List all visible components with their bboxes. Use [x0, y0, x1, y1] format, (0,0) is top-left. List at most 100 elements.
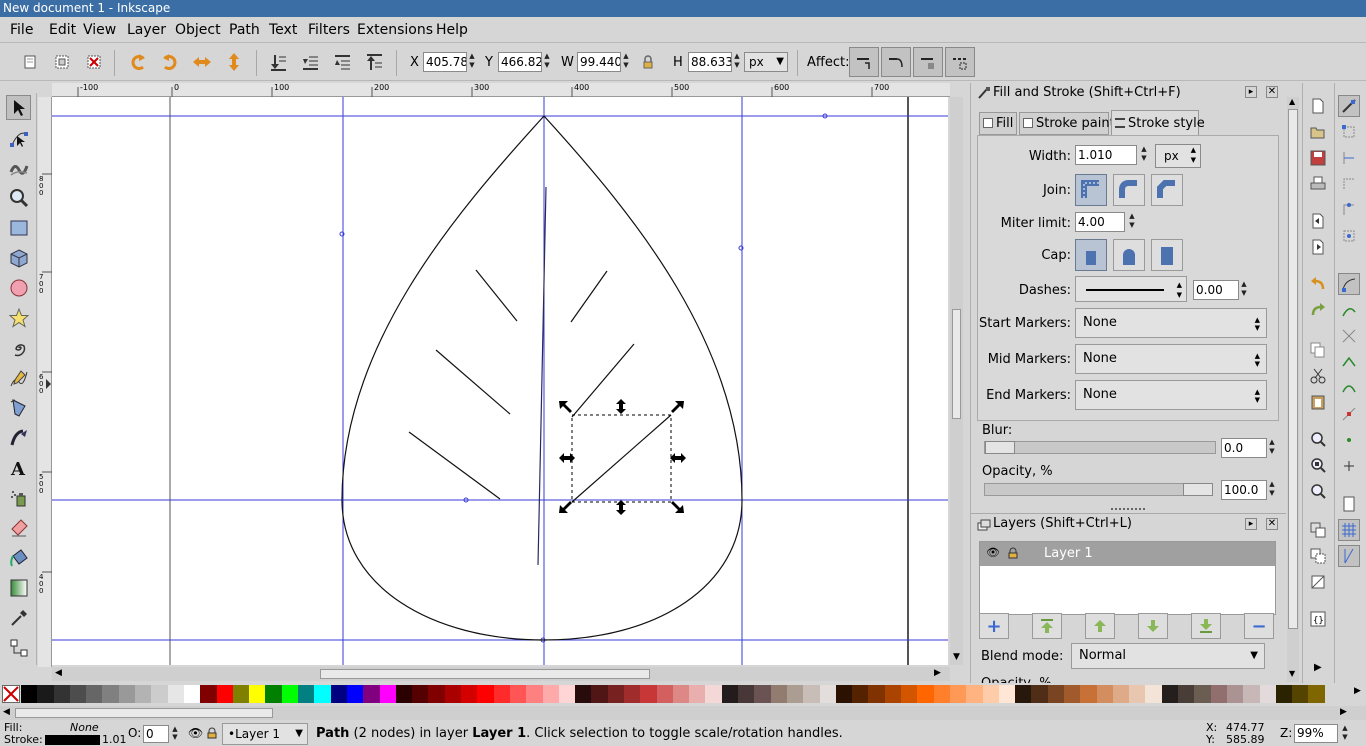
layer-to-top-button[interactable]: [1032, 613, 1062, 639]
color-swatch[interactable]: [607, 685, 624, 703]
color-swatch[interactable]: [232, 685, 250, 703]
color-swatch[interactable]: [1259, 685, 1276, 703]
y-field[interactable]: 466.821: [498, 52, 542, 72]
scroll-left-icon[interactable]: ◀: [3, 707, 10, 717]
dropper-tool-icon[interactable]: [6, 605, 31, 630]
export-icon[interactable]: [1307, 236, 1329, 258]
color-swatch[interactable]: [1308, 685, 1325, 703]
blur-field[interactable]: 0.0: [1221, 438, 1267, 458]
color-swatch[interactable]: [477, 685, 494, 703]
color-swatch[interactable]: [395, 685, 413, 703]
color-swatch[interactable]: [1145, 685, 1162, 703]
leaf-veins[interactable]: [408, 186, 672, 566]
opacity-field[interactable]: 100.0: [1221, 480, 1267, 500]
color-swatch[interactable]: [298, 685, 315, 703]
palette-scroll-thumb[interactable]: [15, 708, 273, 718]
redo-icon[interactable]: [1307, 299, 1329, 321]
fill-indicator-value[interactable]: None: [70, 721, 99, 734]
selector-tool-icon[interactable]: [6, 95, 31, 120]
transform-patterns-icon[interactable]: [945, 47, 975, 77]
snap-guides-icon[interactable]: [1338, 545, 1360, 567]
cap-square-button[interactable]: [1151, 239, 1183, 271]
zoom-drawing-icon[interactable]: [1307, 454, 1329, 476]
rotate-ccw-icon[interactable]: [126, 50, 150, 74]
mid-markers-select[interactable]: None ▲ ▼: [1075, 344, 1267, 374]
color-swatch[interactable]: [21, 685, 38, 703]
color-swatch[interactable]: [1064, 685, 1081, 703]
color-swatch[interactable]: [281, 685, 299, 703]
select-all-icon[interactable]: [18, 50, 42, 74]
color-swatch[interactable]: [1031, 685, 1048, 703]
palette-scrollbar[interactable]: ◀ ▶: [0, 706, 1366, 720]
color-swatch[interactable]: [998, 685, 1016, 703]
color-swatch[interactable]: [526, 685, 543, 703]
color-swatch[interactable]: [330, 685, 347, 703]
layer-lock-icon[interactable]: [1008, 547, 1018, 563]
close-icon[interactable]: ✕: [1266, 86, 1278, 98]
menu-text[interactable]: Text: [269, 22, 297, 38]
star-tool-icon[interactable]: [6, 305, 31, 330]
color-swatch[interactable]: [721, 685, 739, 703]
color-swatch[interactable]: [623, 685, 641, 703]
snap-paths-icon[interactable]: [1338, 299, 1360, 321]
more-commands-icon[interactable]: ▶: [1314, 662, 1322, 673]
raise-to-top-icon[interactable]: [362, 50, 386, 74]
join-miter-button[interactable]: [1075, 174, 1107, 206]
snap-toggle-icon[interactable]: [1338, 95, 1360, 117]
color-swatch[interactable]: [86, 685, 103, 703]
flip-horizontal-icon[interactable]: [190, 50, 214, 74]
horizontal-scrollbar[interactable]: ◀ ▶: [52, 667, 950, 681]
tweak-tool-icon[interactable]: [6, 155, 31, 180]
snap-smooth-nodes-icon[interactable]: [1338, 377, 1360, 399]
select-all-layers-icon[interactable]: [50, 50, 74, 74]
color-swatch[interactable]: [689, 685, 706, 703]
vertical-scroll-thumb[interactable]: [952, 309, 961, 419]
dash-offset-field[interactable]: 0.00: [1193, 280, 1239, 300]
x-spinner[interactable]: ▲ ▼: [467, 52, 477, 72]
flip-vertical-icon[interactable]: [222, 50, 246, 74]
menu-edit[interactable]: Edit: [49, 22, 76, 38]
color-swatch[interactable]: [982, 685, 999, 703]
panel-float-icon[interactable]: ▸: [1245, 518, 1257, 530]
scroll-down-icon[interactable]: ▼: [953, 652, 960, 662]
color-swatch[interactable]: [216, 685, 233, 703]
scroll-up-icon[interactable]: ▲: [1289, 97, 1295, 106]
zoom-tool-icon[interactable]: [6, 185, 31, 210]
spray-tool-icon[interactable]: [6, 485, 31, 510]
drawing-canvas[interactable]: [52, 97, 948, 665]
panel-float-icon[interactable]: ▸: [1245, 86, 1257, 98]
menu-extensions[interactable]: Extensions: [357, 22, 433, 38]
color-swatch[interactable]: [1275, 685, 1293, 703]
open-icon[interactable]: [1307, 121, 1329, 143]
clone-icon[interactable]: [1307, 545, 1329, 567]
color-swatch[interactable]: [558, 685, 576, 703]
join-round-button[interactable]: [1113, 174, 1145, 206]
spiral-tool-icon[interactable]: [6, 335, 31, 360]
width-field[interactable]: 1.010: [1075, 145, 1137, 165]
color-swatch[interactable]: [167, 685, 184, 703]
width-unit-select[interactable]: px ▲ ▼: [1155, 144, 1201, 168]
pencil-tool-icon[interactable]: [6, 365, 31, 390]
join-bevel-button[interactable]: [1151, 174, 1183, 206]
color-swatch[interactable]: [428, 685, 445, 703]
miter-limit-field[interactable]: 4.00: [1075, 212, 1125, 232]
menu-layer[interactable]: Layer: [127, 22, 166, 38]
color-swatch[interactable]: [461, 685, 478, 703]
color-swatch[interactable]: [835, 685, 853, 703]
color-swatch[interactable]: [363, 685, 380, 703]
snap-midpoints-icon[interactable]: [1338, 403, 1360, 425]
color-swatch[interactable]: [738, 685, 755, 703]
color-swatch[interactable]: [346, 685, 364, 703]
color-swatch[interactable]: [917, 685, 934, 703]
color-swatch[interactable]: [705, 685, 722, 703]
snap-object-centers-icon[interactable]: [1338, 429, 1360, 451]
color-swatch[interactable]: [444, 685, 462, 703]
w-spinner[interactable]: ▲ ▼: [621, 52, 631, 72]
color-swatch[interactable]: [754, 685, 771, 703]
vertical-ruler[interactable]: 800 700 600 500 400: [38, 97, 52, 667]
guides[interactable]: [52, 97, 948, 665]
color-swatch[interactable]: [786, 685, 804, 703]
add-layer-button[interactable]: +: [979, 613, 1009, 639]
opacity-field[interactable]: 0: [143, 725, 169, 743]
dashes-select[interactable]: ▲ ▼: [1075, 276, 1187, 302]
